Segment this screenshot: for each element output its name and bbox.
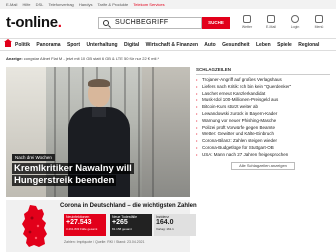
- search-button[interactable]: SUCHE: [202, 17, 230, 29]
- ad-banner[interactable]: Anzeige: congstar Allnet Flat M - jetzt …: [6, 56, 246, 61]
- search-input[interactable]: SUCHBEGRIFF: [98, 17, 202, 29]
- menu-icon: [315, 15, 323, 23]
- email-tool[interactable]: E-Mail: [262, 14, 280, 29]
- headline-item[interactable]: • Polizei prüft Vorwürfe gegen Beamte: [196, 125, 330, 132]
- headline-item[interactable]: • Bitcoin-Kurs stürzt weiter ab: [196, 104, 330, 111]
- topbar-link-dsl[interactable]: DSL: [36, 2, 44, 7]
- nav-item-panorama[interactable]: Panorama: [36, 42, 60, 48]
- headline-item[interactable]: • USA: Mann nach 27 Jahren freigesprochen: [196, 152, 330, 159]
- hero-article[interactable]: Nach drei Wochen Kremlkritiker Nawalny w…: [6, 67, 190, 197]
- stat-new-infections[interactable]: Neuinfektionen +27.543 3.261.833 Fälle g…: [64, 214, 106, 236]
- topbar-link-tarife[interactable]: Tarife & Produkte: [98, 2, 129, 7]
- nav-item-digital[interactable]: Digital: [124, 42, 139, 48]
- stat-new-deaths[interactable]: Neue Todesfälle +265 81.158 gesamt: [110, 214, 152, 236]
- nav-item-sport[interactable]: Sport: [67, 42, 80, 48]
- hero-kicker: Nach drei Wochen: [12, 154, 55, 161]
- headline-item[interactable]: • Trojaner-Angriff auf großes Verlagshaus: [196, 77, 330, 84]
- ad-label: Anzeige:: [6, 56, 23, 61]
- stat-incidence[interactable]: Inzidenz 164.0 Vortag: 161.1: [154, 214, 196, 236]
- weather-icon: [243, 15, 251, 23]
- headline-item[interactable]: • Musk-Idol 100-Millionen-Preisgeld aus: [196, 97, 330, 104]
- headline-item[interactable]: • Warnung vor neuer Phishing-Masche: [196, 118, 330, 125]
- weather-tool[interactable]: Wetter: [238, 14, 256, 29]
- login-label: Login: [290, 25, 300, 29]
- germany-map-icon: [22, 205, 47, 247]
- corona-title: Corona in Deutschland – die wichtigsten …: [60, 203, 197, 209]
- home-icon[interactable]: [4, 39, 12, 47]
- topbar-link-email[interactable]: E-Mail: [6, 2, 17, 7]
- header-tools: Wetter E-Mail Login Menü: [238, 14, 334, 34]
- menu-tool[interactable]: Menü: [310, 14, 328, 29]
- headline-item[interactable]: • Laschet erneut Kanzlerkandidat: [196, 91, 330, 98]
- corona-widget[interactable]: Corona in Deutschland – die wichtigsten …: [6, 200, 197, 252]
- topbar-link-telekom-services[interactable]: Telekom Services: [133, 2, 164, 7]
- search-value: SUCHBEGRIFF: [115, 19, 169, 26]
- topbar-link-hilfe[interactable]: Hilfe: [22, 2, 30, 7]
- nav-item-wirtschaft-finanzen[interactable]: Wirtschaft & Finanzen: [146, 42, 198, 48]
- user-icon: [291, 15, 299, 23]
- mail-icon: [267, 15, 275, 23]
- headline-item[interactable]: • Wetter: Gewitter und Kälte-Einbruch: [196, 131, 330, 138]
- top-utility-bar: E-Mail Hilfe DSL Telefonvertrag Handys T…: [0, 0, 336, 9]
- headlines-sidebar: SCHLAGZEILEN • Trojaner-Angriff auf große…: [196, 67, 330, 170]
- corona-source: Zahlen: Impfquote / Quelle: RKI / Stand:…: [64, 240, 145, 244]
- email-label: E-Mail: [266, 25, 276, 29]
- main-navigation: Politik Panorama Sport Unterhaltung Digi…: [0, 38, 336, 51]
- nav-item-auto[interactable]: Auto: [204, 42, 215, 48]
- search-icon: [103, 20, 109, 26]
- ad-text: congstar Allnet Flat M - jetzt mit 10 GB…: [23, 56, 160, 61]
- menu-label: Menü: [314, 25, 324, 29]
- hero-headline[interactable]: Kremlkritiker Nawalny will Hungerstreik …: [12, 163, 152, 186]
- topbar-link-telefonvertrag[interactable]: Telefonvertrag: [48, 2, 73, 7]
- nav-item-leben[interactable]: Leben: [256, 42, 271, 48]
- headline-item[interactable]: • Corona-Bilanz: Zahlen steigen wieder: [196, 138, 330, 145]
- nav-item-politik[interactable]: Politik: [15, 42, 30, 48]
- headlines-header: SCHLAGZEILEN: [196, 67, 330, 75]
- login-tool[interactable]: Login: [286, 14, 304, 29]
- nav-item-unterhaltung[interactable]: Unterhaltung: [86, 42, 117, 48]
- nav-item-regional[interactable]: Regional: [298, 42, 319, 48]
- weather-label: Wetter: [241, 25, 253, 29]
- headline-item[interactable]: • Liefers nach Kritik: Ich bin kein "Quer…: [196, 84, 330, 91]
- headline-item[interactable]: • Lewandowski zurück in Bayern-Kader: [196, 111, 330, 118]
- nav-item-spiele[interactable]: Spiele: [277, 42, 292, 48]
- site-logo[interactable]: t-online.: [6, 12, 62, 34]
- topbar-link-handys[interactable]: Handys: [79, 2, 93, 7]
- nav-item-gesundheit[interactable]: Gesundheit: [222, 42, 250, 48]
- headline-item[interactable]: • Corona-Budgetlüge für Stuttgart-OB: [196, 145, 330, 152]
- all-headlines-button[interactable]: Alle Schlagzeilen anzeigen: [231, 161, 295, 170]
